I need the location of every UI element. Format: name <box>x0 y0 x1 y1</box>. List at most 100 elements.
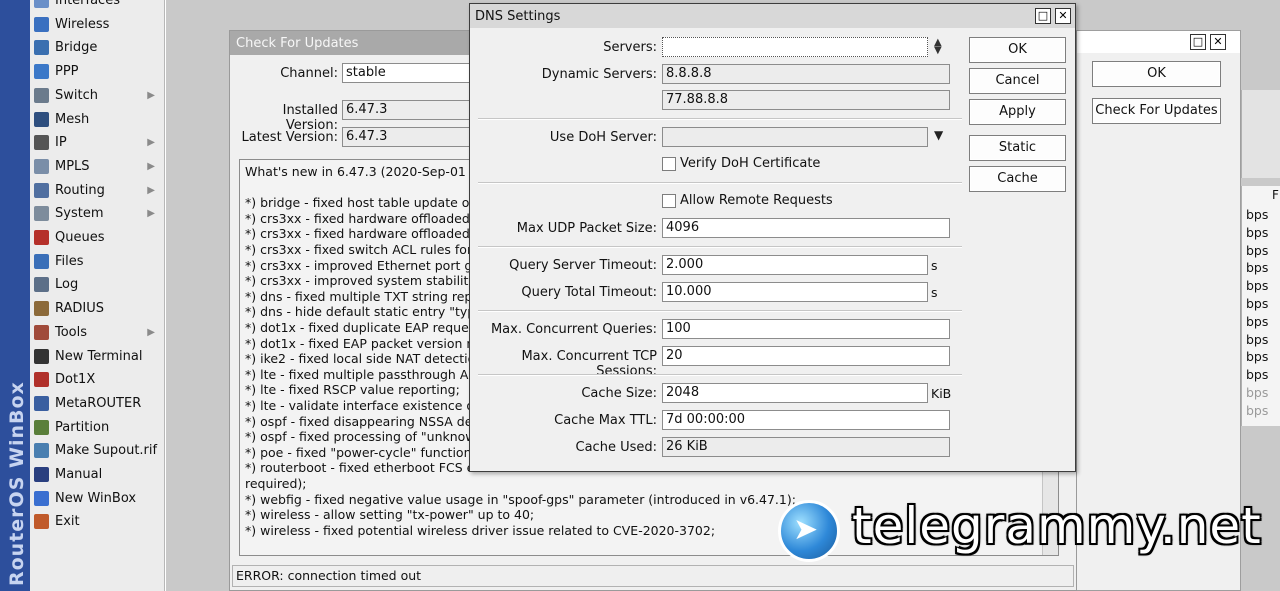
changelog-line: *) dns - hide default static entry "type… <box>245 304 489 320</box>
sidebar-item-new-terminal[interactable]: New Terminal <box>30 345 163 368</box>
static-button[interactable]: Static <box>969 135 1066 161</box>
sidebar-item-queues[interactable]: Queues <box>30 226 163 249</box>
changelog-line: *) crs3xx - improved system stability wh <box>245 273 498 289</box>
cache-max-ttl-label: Cache Max TTL: <box>554 413 657 428</box>
sidebar-item-files[interactable]: Files <box>30 250 163 273</box>
servers-label: Servers: <box>603 40 657 55</box>
bridge-icon <box>34 40 49 56</box>
sidebar-item-manual[interactable]: Manual <box>30 463 163 486</box>
winbox-brand-strip: RouterOS WinBox <box>0 0 30 591</box>
max-concurrent-tcp-input[interactable]: 20 <box>662 346 950 366</box>
close-icon[interactable]: ✕ <box>1055 8 1071 24</box>
traffic-cell: bps <box>1246 402 1269 418</box>
sidebar-item-label: New WinBox <box>55 490 137 506</box>
sidebar-item-label: Manual <box>55 467 103 482</box>
sidebar-item-bridge[interactable]: Bridge <box>30 36 163 59</box>
sidebar-item-switch[interactable]: Switch ▶ <box>30 84 163 107</box>
latest-version-label: Latest Version: <box>241 130 339 145</box>
sidebar-item-metarouter[interactable]: MetaROUTER <box>30 392 163 415</box>
changelog-line: *) poe - fixed "power-cycle" functionali… <box>245 444 492 460</box>
column-header[interactable]: F <box>1272 188 1279 202</box>
servers-input[interactable] <box>662 37 928 57</box>
dns-settings-titlebar[interactable]: DNS Settings □ ✕ <box>470 4 1075 28</box>
sidebar-item-make-supout-rif[interactable]: Make Supout.rif <box>30 439 163 462</box>
latest-version-value: 6.47.3 <box>342 127 470 147</box>
sidebar-item-new-winbox[interactable]: New WinBox <box>30 487 163 510</box>
cache-size-label: Cache Size: <box>581 386 657 401</box>
radius-icon <box>34 301 49 317</box>
restore-icon[interactable]: □ <box>1035 8 1051 24</box>
changelog-line: *) webfig - fixed negative value usage i… <box>245 491 796 507</box>
exit-icon <box>34 514 49 530</box>
allow-remote-requests-checkbox[interactable] <box>662 194 676 208</box>
sidebar-item-label: Exit <box>55 514 80 530</box>
sidebar-item-label: New Terminal <box>55 348 143 364</box>
traffic-cell: bps <box>1246 296 1269 311</box>
updown-arrows-icon[interactable]: ▲ ▼ <box>934 38 942 56</box>
cancel-button[interactable]: Cancel <box>969 68 1066 94</box>
changelog-line: *) lte - fixed multiple passthrough APN … <box>245 366 497 382</box>
restore-icon[interactable]: □ <box>1190 34 1206 50</box>
sidebar-item-dot1x[interactable]: Dot1X <box>30 368 163 391</box>
query-server-timeout-input[interactable]: 2.000 <box>662 255 928 275</box>
changelog-line: *) routerboot - fixed etherboot FCS err <box>245 460 485 476</box>
sidebar-item-interfaces[interactable]: Interfaces <box>30 0 163 12</box>
interfaces-window-titlebar: □ ✕ <box>1077 31 1240 53</box>
sidebar-item-label: Files <box>55 253 84 269</box>
doh-server-input[interactable] <box>662 127 928 147</box>
terminal-icon <box>34 348 49 364</box>
changelog-line: *) dot1x - fixed EAP packet version num <box>245 335 495 351</box>
dns-settings-dialog: DNS Settings □ ✕ Servers: ▲ ▼ Dynamic Ser… <box>469 3 1076 472</box>
changelog-line: *) bridge - fixed host table update on S <box>245 195 490 211</box>
channel-select[interactable]: stable <box>342 63 470 83</box>
interfaces-icon <box>34 0 49 8</box>
dot1x-icon <box>34 372 49 388</box>
verify-doh-checkbox[interactable] <box>662 157 676 171</box>
changelog-line: *) dot1x - fixed duplicate EAP request p <box>245 320 493 335</box>
traffic-cell: bps <box>1246 313 1269 329</box>
sidebar-item-radius[interactable]: RADIUS <box>30 297 163 320</box>
mpls-icon <box>34 158 49 174</box>
seconds-unit: s <box>931 285 938 300</box>
query-server-timeout-label: Query Server Timeout: <box>509 258 657 273</box>
close-icon[interactable]: ✕ <box>1210 34 1226 50</box>
max-udp-packet-size-input[interactable]: 4096 <box>662 218 950 238</box>
traffic-cell: bps <box>1246 278 1269 294</box>
sidebar-item-label: Log <box>55 277 79 293</box>
sidebar-item-log[interactable]: Log <box>30 273 163 296</box>
apply-button[interactable]: Apply <box>969 99 1066 125</box>
cache-max-ttl-input[interactable]: 7d 00:00:00 <box>662 410 950 430</box>
sidebar-item-label: Make Supout.rif <box>55 443 158 459</box>
sidebar-item-label: Bridge <box>55 40 98 56</box>
updates-ok-button[interactable]: OK <box>1092 61 1221 87</box>
sidebar-item-system[interactable]: System ▶ <box>30 202 163 225</box>
traffic-cell: bps <box>1246 260 1269 276</box>
sidebar-item-mpls[interactable]: MPLS ▶ <box>30 155 163 178</box>
sidebar-item-label: Tools <box>55 324 88 340</box>
changelog-line: What's new in 6.47.3 (2020-Sep-01 05: <box>245 164 490 179</box>
sidebar-item-ip[interactable]: IP ▶ <box>30 131 163 154</box>
cache-size-input[interactable]: 2048 <box>662 383 928 403</box>
traffic-cell: bps <box>1246 242 1269 258</box>
sidebar-item-tools[interactable]: Tools ▶ <box>30 321 163 344</box>
sidebar-item-label: MPLS <box>55 158 90 174</box>
query-total-timeout-input[interactable]: 10.000 <box>662 282 928 302</box>
dropdown-arrow-icon[interactable]: ▼ <box>934 128 943 142</box>
sidebar-item-routing[interactable]: Routing ▶ <box>30 179 163 202</box>
traffic-cell: bps <box>1246 367 1269 383</box>
max-concurrent-queries-label: Max. Concurrent Queries: <box>490 322 657 337</box>
submenu-arrow-icon: ▶ <box>147 208 155 220</box>
max-concurrent-queries-input[interactable]: 100 <box>662 319 950 339</box>
sidebar-item-exit[interactable]: Exit <box>30 510 163 533</box>
sidebar-item-wireless[interactable]: Wireless <box>30 13 163 36</box>
changelog-line: *) crs3xx - fixed hardware offloaded bo <box>245 210 490 226</box>
sidebar-item-partition[interactable]: Partition <box>30 416 163 439</box>
sidebar-item-mesh[interactable]: Mesh <box>30 108 163 131</box>
sidebar-item-ppp[interactable]: PPP <box>30 60 163 83</box>
check-for-updates-button[interactable]: Check For Updates <box>1092 98 1221 124</box>
ok-button[interactable]: OK <box>969 37 1066 63</box>
verify-doh-label: Verify DoH Certificate <box>680 156 821 171</box>
channel-label: Channel: <box>280 66 338 81</box>
cache-used-value: 26 KiB <box>662 437 950 457</box>
cache-button[interactable]: Cache <box>969 166 1066 192</box>
